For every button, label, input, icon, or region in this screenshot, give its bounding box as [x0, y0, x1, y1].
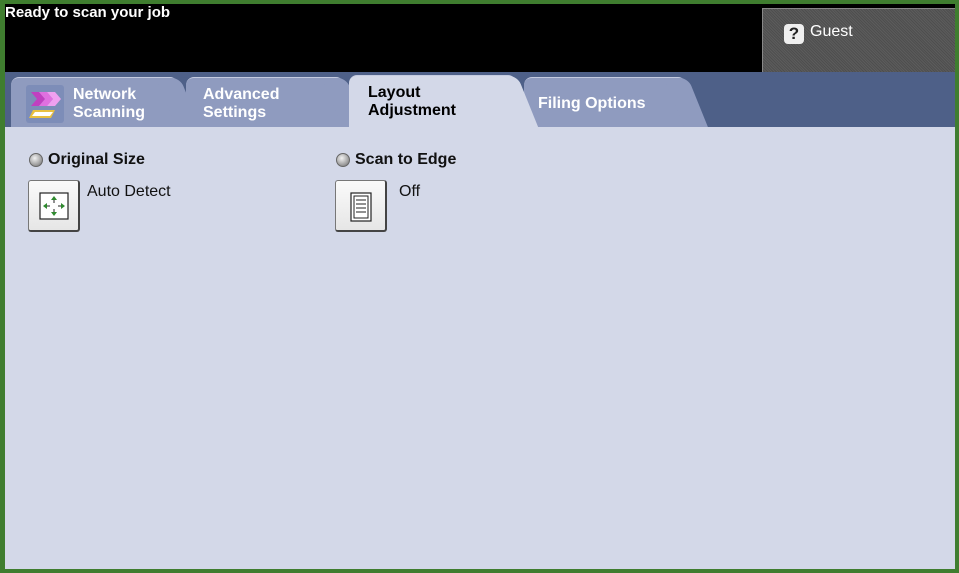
- tab-label-line2: Scanning: [73, 104, 146, 121]
- tab-label-line2: Adjustment: [368, 102, 456, 119]
- original-size-value: Auto Detect: [87, 183, 171, 200]
- tab-filing-options[interactable]: Filing Options: [524, 77, 686, 127]
- tab-label-line1: Layout: [368, 84, 421, 101]
- original-size-title: Original Size: [48, 151, 145, 168]
- guest-label: Guest: [810, 23, 853, 40]
- tab-advanced-settings[interactable]: Advanced Settings: [186, 77, 344, 127]
- tab-label-line2: Settings: [203, 104, 267, 121]
- original-size-heading[interactable]: Original Size: [29, 151, 145, 169]
- tab-bar: Network Scanning Advanced Settings Layou…: [5, 72, 955, 128]
- help-question-icon: ?: [784, 24, 804, 44]
- tab-label-line1: Network: [73, 86, 137, 103]
- auto-detect-size-icon: [39, 192, 69, 220]
- status-led-icon: [336, 153, 350, 167]
- scan-to-edge-title: Scan to Edge: [355, 151, 457, 168]
- scan-to-edge-page-icon: [350, 192, 372, 222]
- status-message: Ready to scan your job: [5, 4, 171, 21]
- tab-layout-adjustment[interactable]: Layout Adjustment: [349, 75, 516, 128]
- scan-to-edge-button[interactable]: [335, 180, 387, 232]
- layout-adjustment-panel: Original Size Auto Detect Scan to Edge O…: [5, 127, 955, 569]
- network-scanning-icon: [26, 85, 64, 123]
- touch-screen: Ready to scan your job ? Guest Network S…: [5, 4, 955, 569]
- tab-label-line1: Advanced: [203, 86, 280, 103]
- tab-network-scanning[interactable]: Network Scanning: [11, 77, 178, 127]
- scan-to-edge-heading[interactable]: Scan to Edge: [336, 151, 456, 169]
- original-size-button[interactable]: [28, 180, 80, 232]
- device-frame: Ready to scan your job ? Guest Network S…: [0, 0, 959, 573]
- scan-to-edge-value: Off: [399, 183, 421, 200]
- tab-label: Filing Options: [538, 95, 646, 112]
- guest-button[interactable]: ? Guest: [762, 8, 955, 72]
- status-led-icon: [29, 153, 43, 167]
